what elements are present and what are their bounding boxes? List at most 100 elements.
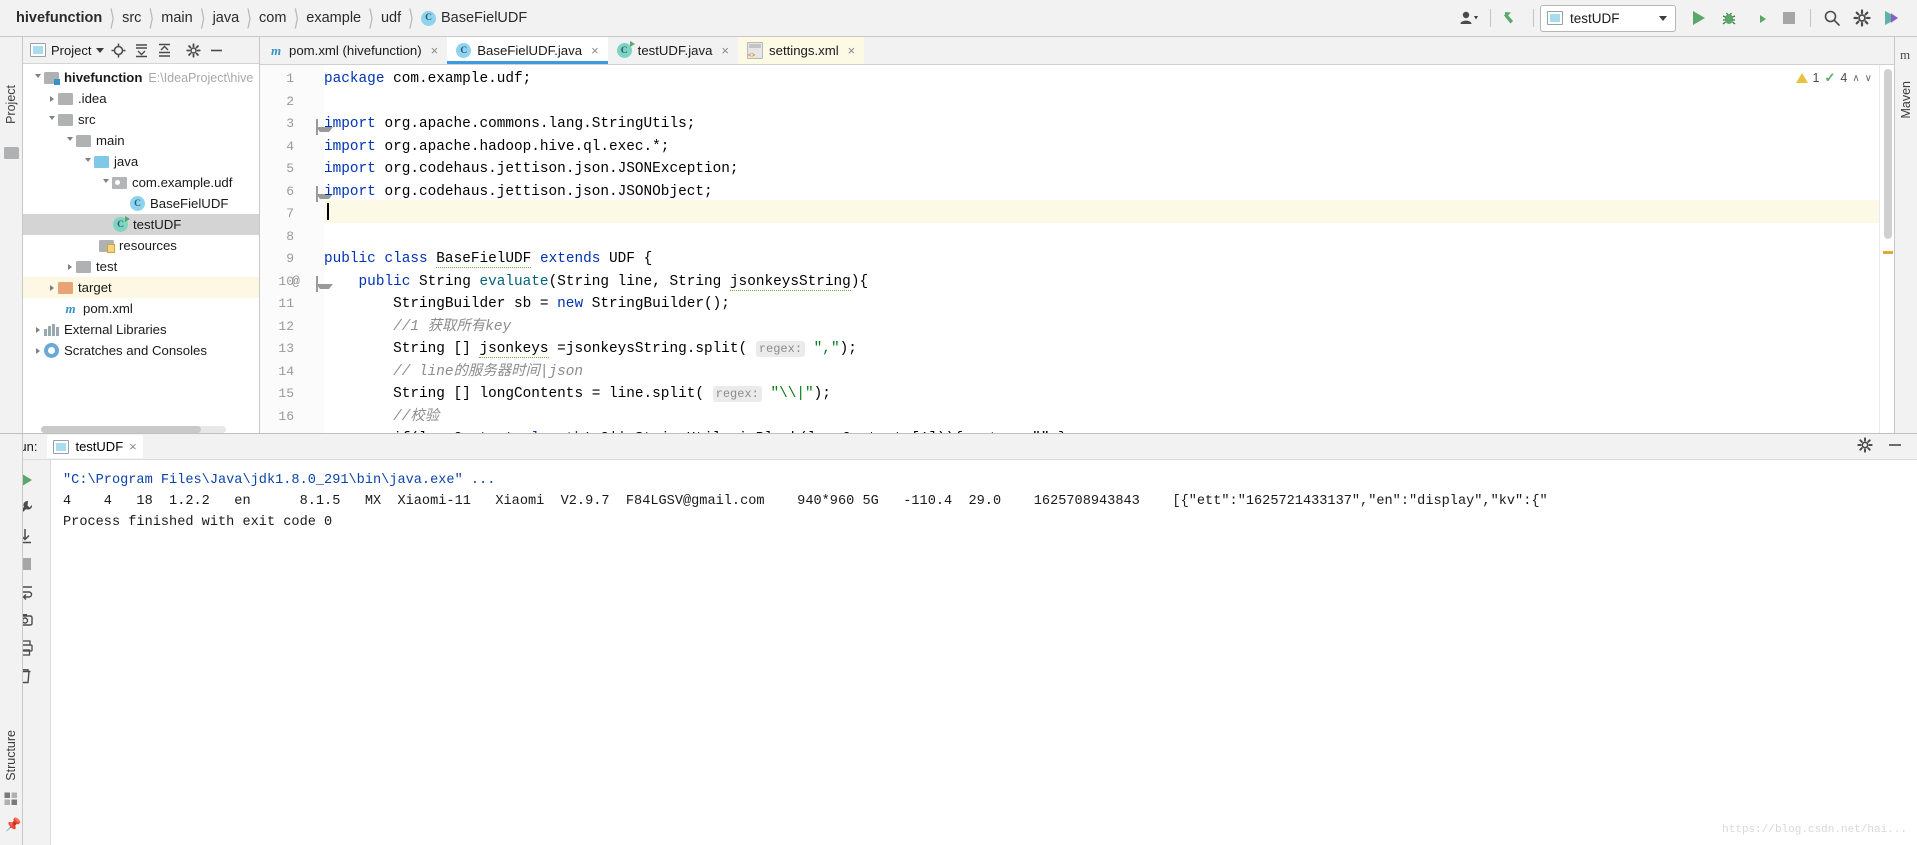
editor-vertical-scrollbar[interactable] bbox=[1884, 69, 1892, 239]
chevron-down-icon[interactable]: ∨ bbox=[1865, 73, 1872, 84]
tree-node-scratches[interactable]: Scratches and Consoles bbox=[23, 340, 259, 361]
grid-icon[interactable] bbox=[4, 792, 18, 809]
tab-pom-xml[interactable]: m pom.xml (hivefunction) × bbox=[260, 37, 448, 64]
chevron-right-icon[interactable] bbox=[63, 263, 76, 270]
pin-icon[interactable]: 📌 bbox=[5, 817, 21, 833]
console-output[interactable]: "C:\Program Files\Java\jdk1.8.0_291\bin\… bbox=[51, 460, 1917, 845]
run-button[interactable] bbox=[1684, 4, 1714, 32]
tree-node-hivefunction[interactable]: hivefunction E:\IdeaProject\hive bbox=[23, 67, 259, 88]
editor-scrollbar-area[interactable] bbox=[1879, 65, 1894, 435]
tree-node-java[interactable]: java bbox=[23, 151, 259, 172]
chevron-down-icon[interactable] bbox=[31, 74, 44, 81]
chevron-down-icon[interactable] bbox=[99, 179, 112, 186]
tree-node-target[interactable]: target bbox=[23, 277, 259, 298]
tree-node-src[interactable]: src bbox=[23, 109, 259, 130]
chevron-right-icon[interactable] bbox=[45, 284, 58, 291]
search-everywhere-button[interactable] bbox=[1817, 4, 1847, 32]
settings-button[interactable] bbox=[1847, 4, 1877, 32]
project-horizontal-scrollbar[interactable] bbox=[41, 426, 226, 433]
close-icon[interactable]: × bbox=[848, 43, 856, 58]
tree-node-pom[interactable]: m pom.xml bbox=[23, 298, 259, 319]
tab-basefieludf-java[interactable]: C BaseFielUDF.java × bbox=[447, 37, 609, 64]
collapse-all-icon[interactable] bbox=[155, 40, 173, 60]
tree-node-external-libraries[interactable]: External Libraries bbox=[23, 319, 259, 340]
debug-bug-icon bbox=[1722, 12, 1736, 25]
tab-testudf-java[interactable]: C testUDF.java × bbox=[607, 37, 739, 64]
chevron-down-icon[interactable] bbox=[45, 116, 58, 123]
chevron-down-icon[interactable] bbox=[81, 158, 94, 165]
chevron-right-icon[interactable] bbox=[31, 347, 44, 354]
debug-button[interactable] bbox=[1714, 4, 1744, 32]
editor-gutter[interactable]: 1 2 3 4 5 6 7 8 9 10 @ 11 12 13 14 15 16 bbox=[260, 65, 324, 435]
chevron-up-icon[interactable]: ∧ bbox=[1852, 73, 1859, 84]
gear-icon[interactable] bbox=[184, 40, 202, 60]
tab-settings-xml[interactable]: settings.xml × bbox=[738, 37, 865, 64]
run-configuration-selector[interactable]: testUDF bbox=[1540, 4, 1676, 32]
chevron-down-icon[interactable] bbox=[1659, 15, 1667, 21]
locate-icon[interactable] bbox=[109, 40, 127, 60]
editor-marker[interactable] bbox=[1883, 251, 1893, 254]
vcs-update-arrow-icon[interactable] bbox=[1497, 4, 1527, 32]
project-tree[interactable]: hivefunction E:\IdeaProject\hive .idea s… bbox=[23, 64, 259, 435]
user-avatar-icon[interactable] bbox=[1454, 4, 1484, 32]
hide-icon[interactable] bbox=[207, 40, 225, 60]
annotation-marker[interactable]: @ bbox=[292, 274, 300, 289]
run-tab-label: testUDF bbox=[75, 439, 124, 454]
breadcrumb-item-src[interactable]: src bbox=[118, 10, 145, 26]
tree-node-test[interactable]: test bbox=[23, 256, 259, 277]
run-with-coverage-button[interactable] bbox=[1744, 4, 1774, 32]
breadcrumb-item-example[interactable]: example bbox=[302, 10, 365, 26]
breadcrumb-item-java[interactable]: java bbox=[209, 10, 244, 26]
stop-button[interactable] bbox=[1774, 4, 1804, 32]
chevron-down-icon[interactable] bbox=[96, 47, 105, 53]
line-number: 9 bbox=[286, 251, 294, 266]
chevron-right-icon[interactable] bbox=[45, 95, 58, 102]
close-icon[interactable]: × bbox=[431, 43, 439, 58]
breadcrumb-item-main[interactable]: main bbox=[157, 10, 196, 26]
close-icon[interactable]: × bbox=[129, 439, 137, 454]
breadcrumb-item-project[interactable]: hivefunction bbox=[12, 10, 106, 26]
tree-node-idea[interactable]: .idea bbox=[23, 88, 259, 109]
close-icon[interactable]: × bbox=[721, 43, 729, 58]
tool-window-maven-label[interactable]: Maven bbox=[1899, 81, 1913, 119]
tree-node-main[interactable]: main bbox=[23, 130, 259, 151]
run-config-icon bbox=[1547, 11, 1563, 25]
chevron-right-icon[interactable] bbox=[31, 326, 44, 333]
breadcrumb-item-com[interactable]: com bbox=[255, 10, 290, 26]
tree-node-testudf[interactable]: C testUDF bbox=[23, 214, 259, 235]
breadcrumb-separator: ⟩ bbox=[408, 6, 414, 32]
chevron-down-icon[interactable] bbox=[63, 137, 76, 144]
java-runnable-class-icon: C bbox=[113, 216, 130, 232]
tree-node-basefieludf[interactable]: C BaseFielUDF bbox=[23, 193, 259, 214]
libraries-icon bbox=[44, 323, 59, 336]
minimize-button[interactable] bbox=[1887, 437, 1903, 456]
expand-all-icon[interactable] bbox=[132, 40, 150, 60]
tree-node-resources[interactable]: resources bbox=[23, 235, 259, 256]
breadcrumb-separator: ⟩ bbox=[246, 6, 253, 32]
breadcrumb-item-udf[interactable]: udf bbox=[377, 10, 405, 26]
code-line-13: String [] jsonkeys =jsonkeysString.split… bbox=[324, 341, 857, 358]
settings-button[interactable] bbox=[1857, 437, 1873, 456]
inspection-widget[interactable]: 1 ✓ 4 ∧ ∨ bbox=[1795, 70, 1872, 86]
warning-triangle-icon bbox=[1795, 73, 1808, 83]
tree-label: resources bbox=[119, 238, 177, 253]
ide-logo-icon[interactable] bbox=[1877, 4, 1907, 32]
code-line-16: //校验 bbox=[324, 408, 440, 425]
code-line-10: public String evaluate(String line, Stri… bbox=[358, 273, 869, 291]
tree-label: pom.xml bbox=[83, 301, 133, 316]
tool-window-structure-label[interactable]: Structure bbox=[4, 730, 18, 781]
package-icon bbox=[112, 176, 127, 189]
xml-file-icon bbox=[747, 42, 764, 59]
code-text[interactable]: package com.example.udf; import org.apac… bbox=[324, 65, 1879, 435]
tree-label: BaseFielUDF bbox=[150, 196, 229, 211]
code-line-12: //1 获取所有key bbox=[324, 318, 512, 335]
line-number: 14 bbox=[278, 363, 294, 379]
close-icon[interactable]: × bbox=[591, 43, 599, 58]
run-tab-testudf[interactable]: testUDF × bbox=[47, 435, 143, 458]
code-editor[interactable]: 1 ✓ 4 ∧ ∨ 1 2 3 4 5 6 7 8 9 10 @ 11 12 1… bbox=[260, 65, 1894, 435]
code-line-4: import org.apache.hadoop.hive.ql.exec.*; bbox=[324, 138, 670, 155]
breadcrumb-item-class[interactable]: C BaseFielUDF bbox=[417, 10, 531, 26]
tool-window-project-label[interactable]: Project bbox=[4, 85, 18, 124]
toolbar-divider bbox=[1810, 9, 1811, 27]
tree-node-package[interactable]: com.example.udf bbox=[23, 172, 259, 193]
